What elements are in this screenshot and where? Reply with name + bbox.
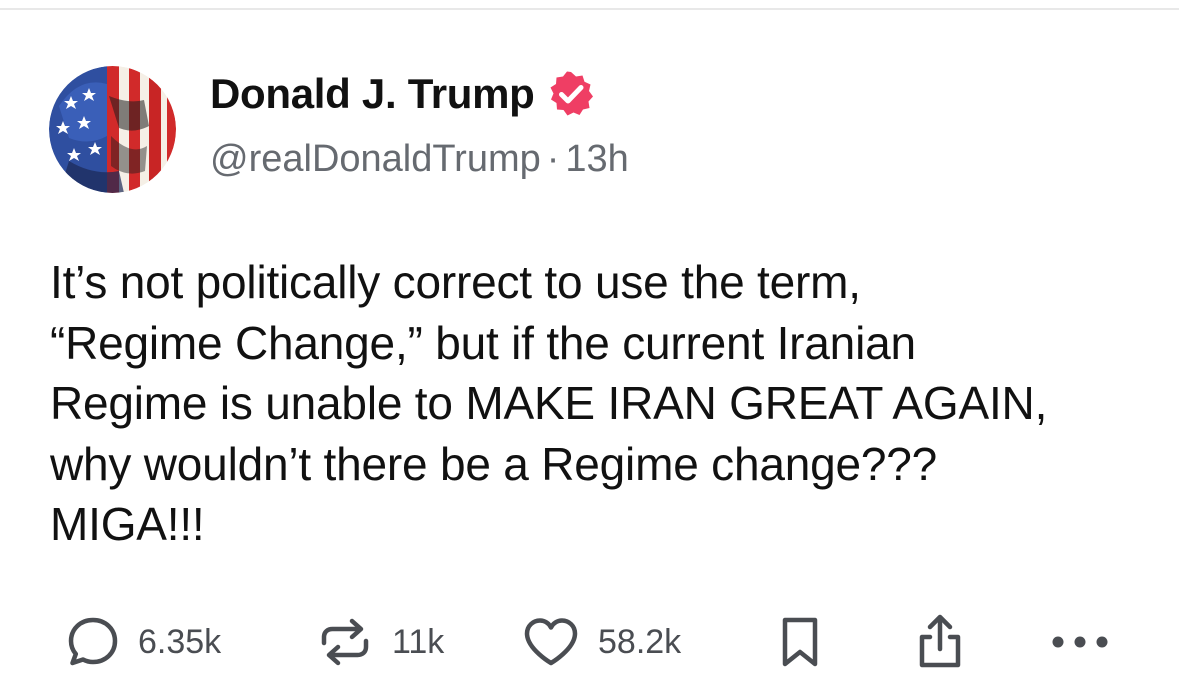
bookmark-button[interactable] (777, 612, 823, 672)
repost-arrows-icon (316, 615, 374, 669)
display-name[interactable]: Donald J. Trump (210, 70, 535, 118)
share-icon (912, 613, 968, 671)
more-dots-icon (1050, 632, 1110, 652)
post-meta: @realDonaldTrump · 13h (210, 138, 629, 181)
post-card: Donald J. Trump @realDonaldTrump · 13h It’… (0, 0, 1179, 693)
verified-badge-icon (547, 70, 595, 118)
post-page: Donald J. Trump @realDonaldTrump · 13h It’… (0, 0, 1179, 693)
reply-button[interactable]: 6.35k (66, 612, 221, 672)
post-body: It’s not politically correct to use the … (50, 252, 1150, 555)
post-timestamp[interactable]: 13h (565, 138, 628, 180)
heart-icon (522, 615, 580, 669)
post-body-line: “Regime Change,” but if the current Iran… (50, 316, 916, 369)
meta-separator: · (546, 138, 560, 180)
share-button[interactable] (912, 612, 968, 672)
post-body-line: why wouldn’t there be a Regime change??? (50, 437, 938, 490)
comment-bubble-icon (66, 615, 120, 669)
bookmark-icon (777, 614, 823, 670)
more-options-button[interactable] (1050, 612, 1110, 672)
post-body-line: It’s not politically correct to use the … (50, 256, 861, 308)
action-bar: 6.35k 11k 58.2k (0, 612, 1179, 672)
repost-button[interactable]: 11k (316, 612, 444, 672)
author-handle[interactable]: @realDonaldTrump (210, 138, 541, 180)
avatar[interactable] (49, 66, 176, 193)
post-body-line: Regime is unable to MAKE IRAN GREAT AGAI… (50, 377, 1048, 429)
repost-count: 11k (392, 622, 445, 661)
post-body-line: MIGA!!! (50, 498, 205, 550)
like-count: 58.2k (598, 622, 682, 661)
author-row: Donald J. Trump (210, 64, 595, 124)
like-button[interactable]: 58.2k (522, 612, 681, 672)
reply-count: 6.35k (138, 622, 222, 661)
